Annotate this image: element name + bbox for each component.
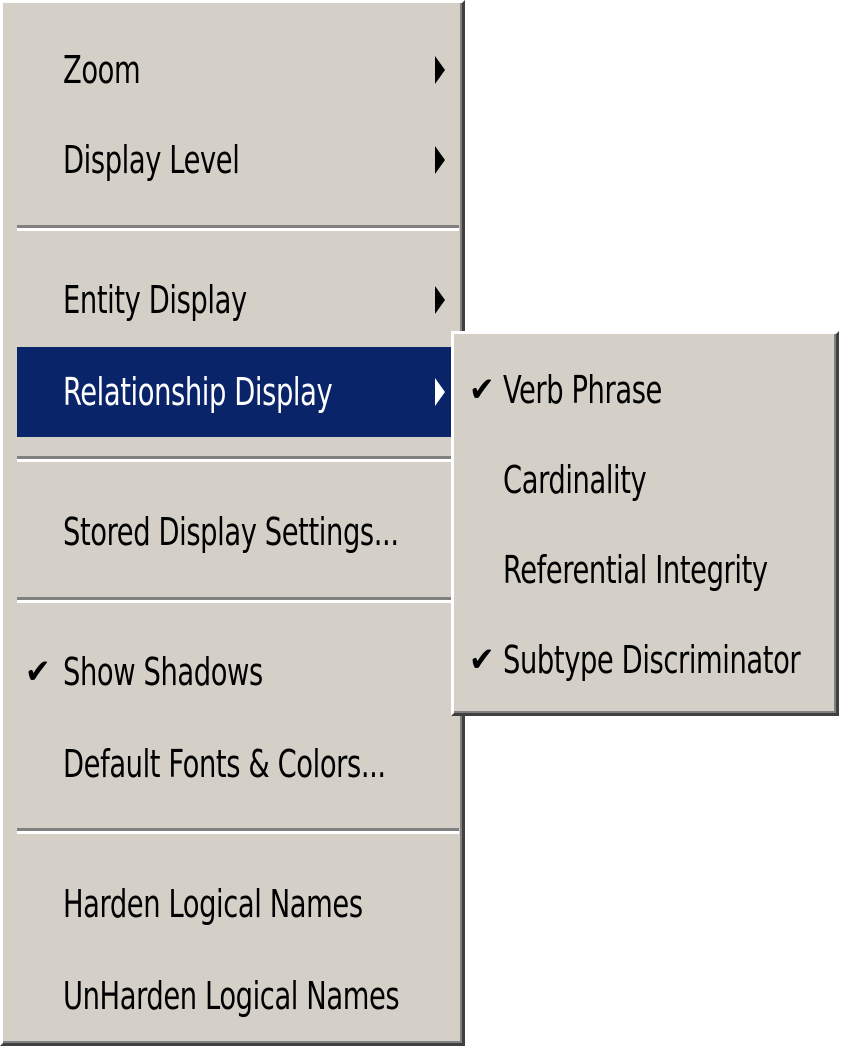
menu-item-label: Entity Display (63, 278, 247, 322)
checkmark-icon: ✔ (469, 370, 495, 410)
menu-item-unharden-logical-names[interactable]: UnHarden Logical Names (17, 951, 451, 1041)
submenu-item-label: Cardinality (503, 458, 647, 502)
menu-item-show-shadows[interactable]: ✔ Show Shadows (17, 627, 451, 717)
submenu-item-cardinality[interactable]: Cardinality (457, 435, 833, 525)
menu-item-default-fonts-colors[interactable]: Default Fonts & Colors... (17, 719, 451, 809)
menu-item-zoom[interactable]: Zoom (17, 25, 451, 115)
submenu-item-label: Referential Integrity (503, 548, 768, 592)
menu-item-label: Show Shadows (63, 650, 263, 694)
submenu-item-label: Verb Phrase (503, 368, 662, 412)
checkmark-icon: ✔ (469, 640, 495, 680)
relationship-display-submenu: ✔ Verb Phrase Cardinality Referential In… (451, 331, 839, 716)
menu-separator (17, 597, 459, 603)
menu-item-label: Stored Display Settings... (63, 510, 399, 554)
menu-item-display-level[interactable]: Display Level (17, 115, 451, 205)
submenu-item-subtype-discriminator[interactable]: ✔ Subtype Discriminator (457, 615, 833, 705)
menu-item-label: Default Fonts & Colors... (63, 742, 386, 786)
menu-separator (17, 456, 459, 462)
context-menu: Zoom Display Level Entity Display Relati… (0, 0, 465, 1046)
menu-separator (17, 225, 459, 231)
checkmark-icon: ✔ (25, 652, 51, 692)
menu-item-entity-display[interactable]: Entity Display (17, 255, 451, 345)
menu-item-label: Relationship Display (63, 370, 333, 414)
submenu-arrow-icon (435, 378, 445, 406)
menu-item-label: UnHarden Logical Names (63, 974, 400, 1018)
submenu-item-referential-integrity[interactable]: Referential Integrity (457, 525, 833, 615)
menu-item-harden-logical-names[interactable]: Harden Logical Names (17, 859, 451, 949)
menu-separator (17, 828, 459, 834)
submenu-item-label: Subtype Discriminator (503, 638, 801, 682)
menu-item-stored-display-settings[interactable]: Stored Display Settings... (17, 487, 451, 577)
submenu-arrow-icon (435, 146, 445, 174)
menu-item-label: Display Level (63, 138, 240, 182)
menu-item-label: Zoom (63, 48, 141, 92)
submenu-arrow-icon (435, 56, 445, 84)
submenu-item-verb-phrase[interactable]: ✔ Verb Phrase (457, 345, 833, 435)
submenu-arrow-icon (435, 286, 445, 314)
menu-item-label: Harden Logical Names (63, 882, 363, 926)
menu-item-relationship-display[interactable]: Relationship Display (17, 347, 451, 437)
